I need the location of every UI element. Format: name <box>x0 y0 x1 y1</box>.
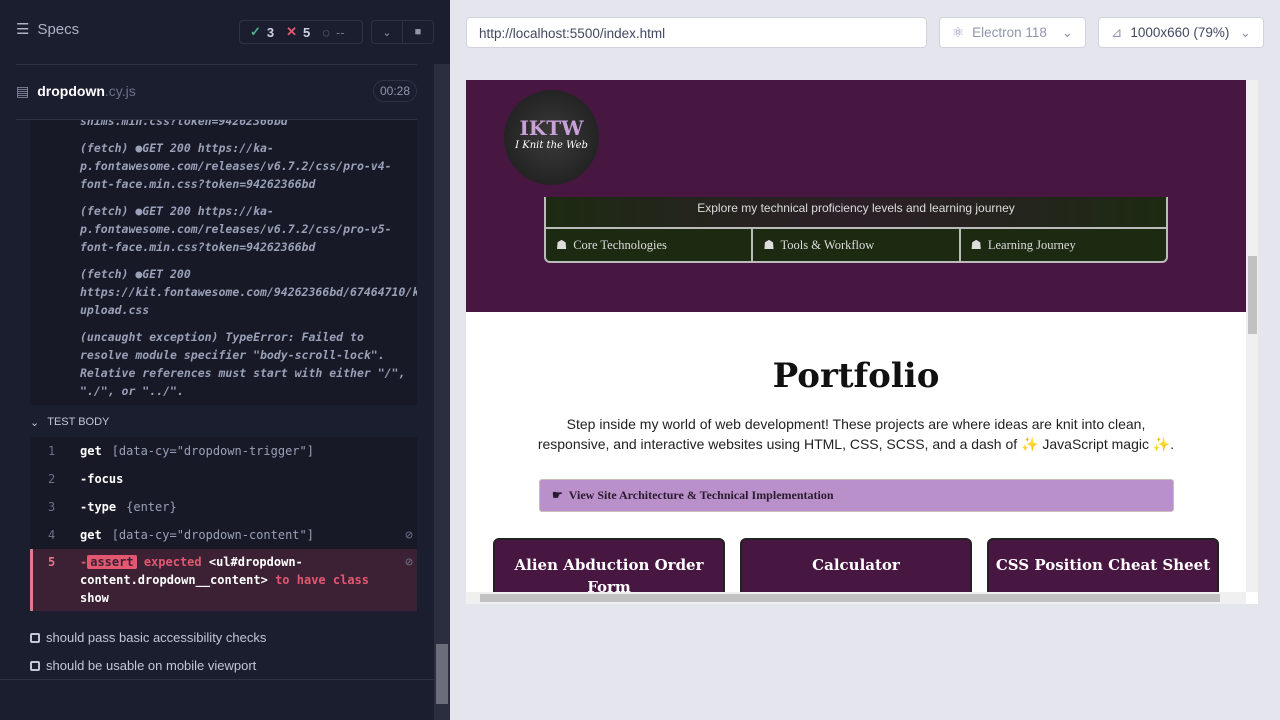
pending-test-icon <box>30 660 40 671</box>
test-body-label: TEST BODY <box>47 416 110 428</box>
pending-count: -- <box>336 24 345 40</box>
command-log: shims.min.css?token=94262366bd (fetch) ●… <box>30 120 417 405</box>
test-title: should be usable on mobile viewport <box>46 658 257 673</box>
specs-label: Specs <box>37 20 80 38</box>
tab-core-technologies[interactable]: ☗ Core Technologies <box>546 229 751 261</box>
command-row[interactable]: 2 -focus <box>30 465 417 493</box>
viewport-label: 1000x660 (79%) <box>1130 25 1230 40</box>
assert-expected: expected <box>143 555 202 569</box>
pending-icon: ◌ <box>322 24 331 40</box>
eye-slash-icon[interactable]: ⊘ <box>405 528 413 543</box>
brain-icon: ☗ <box>556 238 568 252</box>
chevron-down-icon: ⌄ <box>1061 24 1073 40</box>
brain-icon: ☗ <box>763 238 775 252</box>
menu-icon: ☰ <box>16 21 30 38</box>
url-bar[interactable]: http://localhost:5500/index.html <box>466 17 927 48</box>
log-line[interactable]: (fetch) ●GET 200 https://ka-p.fontawesom… <box>80 139 417 193</box>
line-number: 2 <box>48 472 56 486</box>
chevron-down-icon[interactable]: ⌄ <box>372 21 402 43</box>
site-logo[interactable]: IKTW I Knit the Web <box>504 90 599 185</box>
test-body-toggle[interactable]: ⌄ TEST BODY <box>30 416 109 429</box>
tab-label: Core Technologies <box>573 237 667 252</box>
test-title: should pass basic accessibility checks <box>46 630 267 645</box>
command-arg: [data-cy="dropdown-trigger"] <box>111 444 314 458</box>
reporter-scrollbar[interactable] <box>434 64 450 720</box>
spec-header: ▤ dropdown.cy.js 00:28 <box>16 80 417 102</box>
tab-label: Learning Journey <box>987 237 1076 252</box>
line-number: 3 <box>48 500 56 514</box>
command-name: get <box>80 444 102 458</box>
browser-select[interactable]: ⚛ Electron 118 ⌄ <box>939 17 1086 48</box>
brain-icon: ☗ <box>970 238 982 252</box>
tab-label: Tools & Workflow <box>780 237 875 252</box>
chevron-down-icon: ⌄ <box>30 417 40 429</box>
failed-assert-row[interactable]: 5 - assert expected <ul#dropdown-content.… <box>30 549 417 611</box>
reporter-scrollbar-thumb[interactable] <box>436 644 448 704</box>
command-name: -focus <box>80 472 124 486</box>
specs-toggle[interactable]: ☰ Specs <box>16 20 80 39</box>
ruler-icon: ⊿ <box>1111 24 1123 40</box>
spec-ext: .cy.js <box>104 83 136 99</box>
spec-name: dropdown <box>37 83 105 99</box>
tab-learning-journey[interactable]: ☗ Learning Journey <box>958 229 1166 261</box>
vertical-scrollbar[interactable] <box>1246 80 1258 592</box>
horizontal-scrollbar-thumb[interactable] <box>480 594 1220 602</box>
file-icon: ▤ <box>16 82 30 99</box>
command-name: -type <box>80 500 117 514</box>
line-number: 1 <box>48 444 56 458</box>
check-icon: ✓ <box>250 24 261 39</box>
command-name: get <box>80 528 102 542</box>
project-title: Calculator <box>812 556 900 574</box>
tab-tools-workflow[interactable]: ☗ Tools & Workflow <box>751 229 958 261</box>
browser-label: Electron 118 <box>972 25 1047 40</box>
aut-panel: http://localhost:5500/index.html ⚛ Electr… <box>450 0 1280 720</box>
page-title: Portfolio <box>772 356 940 396</box>
command-arg: [data-cy="dropdown-content"] <box>111 528 314 542</box>
duration-badge: 00:28 <box>372 80 417 102</box>
skills-panel: Explore my technical proficiency levels … <box>544 197 1168 263</box>
command-row[interactable]: 1 get [data-cy="dropdown-trigger"] <box>30 437 417 465</box>
pending-test-icon <box>30 632 40 643</box>
log-line[interactable]: shims.min.css?token=94262366bd <box>80 120 417 130</box>
chevron-down-icon: ⌄ <box>1239 24 1251 40</box>
project-title: Alien Abduction Order Form <box>514 556 704 596</box>
site-header: IKTW I Knit the Web Explore my technical … <box>466 80 1246 312</box>
viewport-select[interactable]: ⊿ 1000x660 (79%) ⌄ <box>1098 17 1264 48</box>
command-row[interactable]: 3 -type {enter} <box>30 493 417 521</box>
command-list: 1 get [data-cy="dropdown-trigger"] 2 -focus… <box>30 437 417 611</box>
app-frame: IKTW I Knit the Web Explore my technical … <box>466 80 1258 604</box>
assert-badge: assert <box>87 555 137 569</box>
line-number: 4 <box>48 528 56 542</box>
test-item[interactable]: should pass basic accessibility checks <box>30 630 266 645</box>
test-item[interactable]: should be usable on mobile viewport <box>30 658 256 673</box>
passed-count: 3 <box>266 24 275 40</box>
eye-slash-icon[interactable]: ⊘ <box>405 555 413 570</box>
intro-text: Step inside my world of web development!… <box>537 416 1175 452</box>
x-icon: ✕ <box>286 24 298 39</box>
log-line[interactable]: (fetch) ●GET 200 https://ka-p.fontawesom… <box>80 202 417 256</box>
electron-icon: ⚛ <box>952 24 965 40</box>
command-arg: {enter} <box>126 500 177 514</box>
assert-to: to have class <box>275 573 369 587</box>
hand-point-icon: ☛ <box>552 488 563 502</box>
stop-button[interactable]: ■ <box>402 21 433 43</box>
test-stats: ✓ 3 ✕ 5 ◌ -- <box>239 20 363 44</box>
architecture-label: View Site Architecture & Technical Imple… <box>568 488 834 502</box>
architecture-button[interactable]: ☛ View Site Architecture & Technical Impl… <box>539 479 1174 512</box>
failed-count: 5 <box>303 24 311 40</box>
assert-class: show <box>80 591 109 605</box>
panel-title: Explore my technical proficiency levels … <box>546 197 1166 227</box>
project-title: CSS Position Cheat Sheet <box>995 556 1211 574</box>
log-line[interactable]: (uncaught exception) TypeError: Failed t… <box>80 328 417 400</box>
reporter-panel: ☰ Specs ✓ 3 ✕ 5 ◌ -- ⌄ ■ ▤ dropdown.cy.js 00:… <box>0 0 450 720</box>
command-row[interactable]: 4 get [data-cy="dropdown-content"] ⊘ <box>30 521 417 549</box>
line-number: 5 <box>48 555 56 569</box>
log-line[interactable]: (fetch) ●GET 200 https://kit.fontawesome… <box>80 265 417 319</box>
vertical-scrollbar-thumb[interactable] <box>1248 256 1257 334</box>
